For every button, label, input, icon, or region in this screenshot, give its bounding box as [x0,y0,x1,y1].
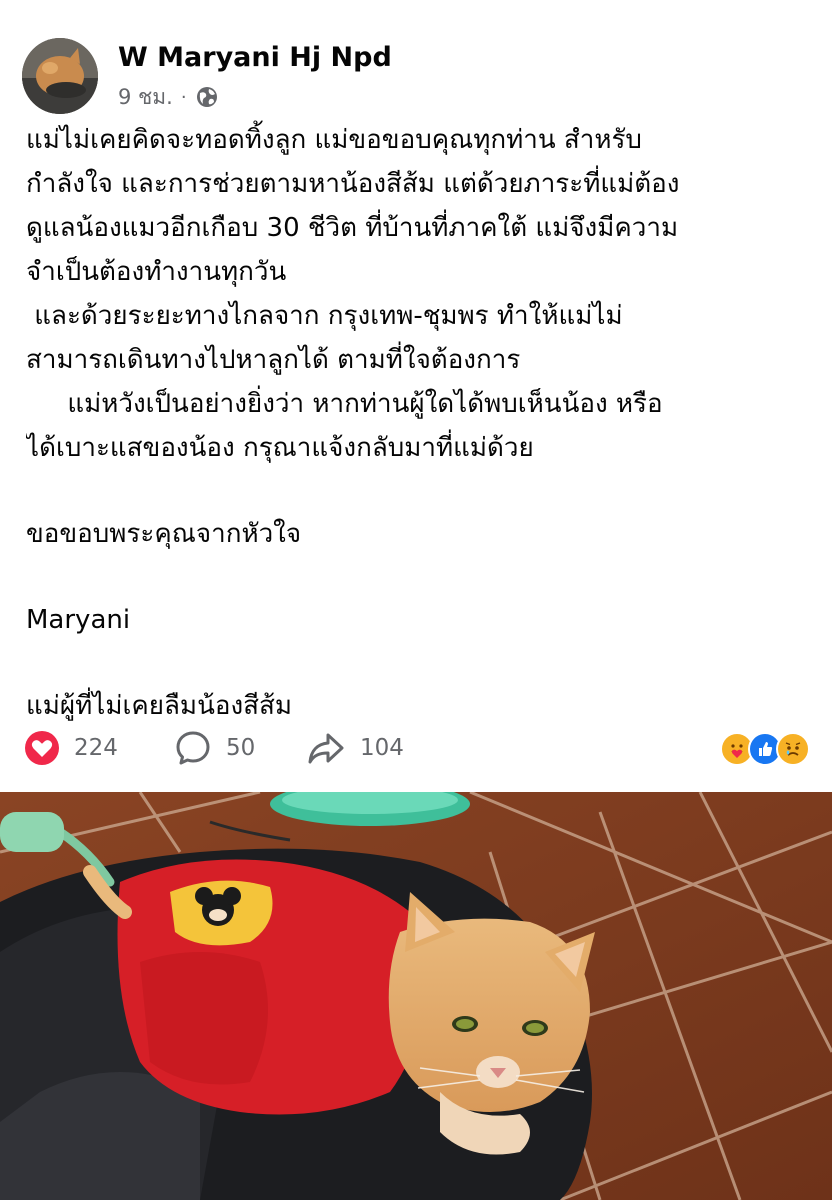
reactions-bar: 224 50 104 [22,724,812,772]
post-line: ได้เบาะแสของน้อง กรุณาแจ้งกลับมาที่แม่ด้… [26,433,534,463]
post-photo[interactable] [0,792,832,1200]
post-line: กำลังใจ และการช่วยตามหาน้องสีส้ม แต่ด้วย… [26,169,680,199]
post-meta: 9 ชม. · [118,84,219,110]
comment-button[interactable]: 50 [174,730,255,766]
share-button[interactable]: 104 [306,730,404,766]
post-signature: Maryani [26,605,131,635]
comment-icon [176,731,210,765]
post-thanks: ขอขอบพระคุณจากหัวใจ [26,519,302,549]
post-line: และด้วยระยะทางไกลจาก กรุงเทพ-ชุมพร ทำให้… [26,301,623,331]
post-line: จำเป็นต้องทำงานทุกวัน [26,257,287,287]
sad-icon [776,732,810,766]
share-count: 104 [360,735,404,761]
meta-separator: · [180,86,187,108]
like-button[interactable]: 224 [24,730,118,766]
author-avatar[interactable] [22,38,98,114]
post-body: แม่ไม่เคยคิดจะทอดทิ้งลูก แม่ขอขอบคุณทุกท… [26,118,816,728]
post-header: W Maryani Hj Npd 9 ชม. · [22,38,812,114]
like-count: 224 [74,735,118,761]
post-time[interactable]: 9 ชม. [118,81,173,114]
share-icon [308,733,344,764]
post-line: ดูแลน้องแมวอีกเกือบ 30 ชีวิต ที่บ้านที่ภ… [26,213,679,243]
heart-icon [25,731,59,765]
avatar-image [22,38,98,114]
globe-icon [196,87,217,107]
post-closing: แม่ผู้ที่ไม่เคยลืมน้องสีส้ม [26,691,293,721]
post-line: แม่หวังเป็นอย่างยิ่งว่า หากท่านผู้ใดได้พ… [26,389,663,419]
cat-photo [0,792,832,1200]
comment-count: 50 [226,735,256,761]
post-line: สามารถเดินทางไปหาลูกได้ ตามที่ใจต้องการ [26,345,521,375]
author-name[interactable]: W Maryani Hj Npd [118,42,392,73]
post-line: แม่ไม่เคยคิดจะทอดทิ้งลูก แม่ขอขอบคุณทุกท… [26,125,642,155]
reaction-summary[interactable] [720,732,810,766]
